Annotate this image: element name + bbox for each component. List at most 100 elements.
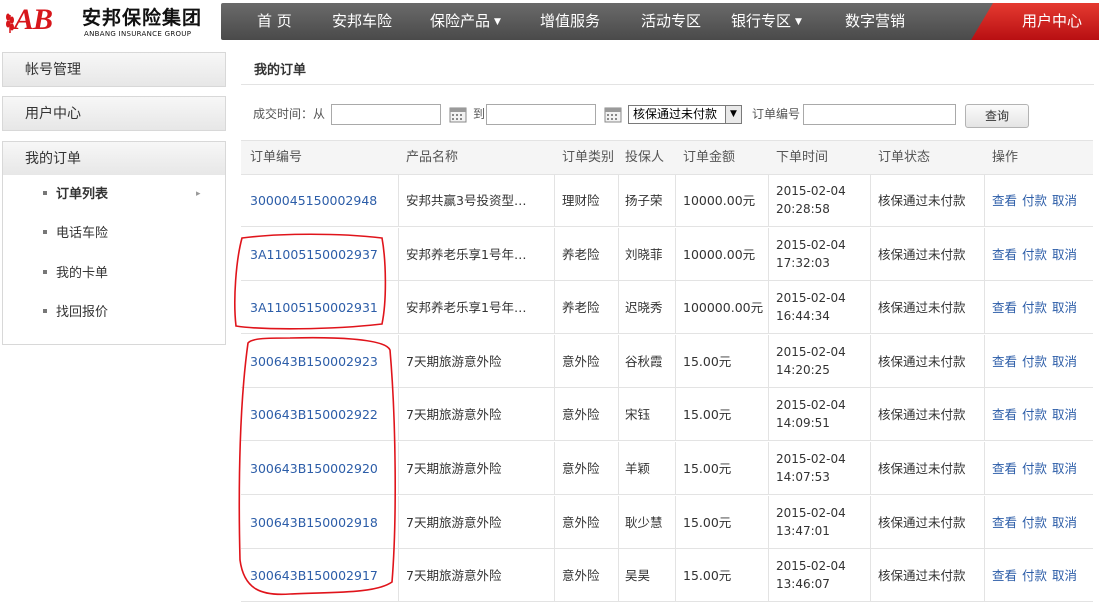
- actions-cell: 查看 付款 取消: [992, 281, 1082, 334]
- column-divider: [398, 174, 399, 227]
- order-time-cell: 2015-02-04 14:20:25: [776, 335, 846, 388]
- category-cell: 意外险: [562, 461, 600, 476]
- view-link[interactable]: 查看: [992, 461, 1017, 476]
- nav-item-auto-insurance[interactable]: 安邦车险: [332, 3, 392, 40]
- order-date: 2015-02-04: [776, 291, 846, 305]
- order-no-link[interactable]: 300643B150002920: [250, 442, 378, 495]
- nav-item-activities[interactable]: 活动专区: [641, 3, 701, 40]
- col-holder: 投保人: [625, 150, 665, 165]
- order-no-link[interactable]: 3A11005150002931: [250, 281, 378, 334]
- column-divider: [870, 281, 871, 334]
- category-cell: 理财险: [562, 193, 600, 208]
- order-no-link[interactable]: 3000045150002948: [250, 174, 377, 227]
- pay-link[interactable]: 付款: [1022, 515, 1047, 530]
- view-link[interactable]: 查看: [992, 193, 1017, 208]
- column-divider: [768, 549, 769, 602]
- holder-cell: 吴昊: [625, 568, 651, 583]
- nav-item-value-added[interactable]: 增值服务: [540, 3, 600, 40]
- end-date-input[interactable]: [486, 104, 596, 125]
- table-row: 300643B150002917 7天期旅游意外险 意外险 吴昊 15.00元 2015-…: [241, 549, 1093, 602]
- product-name-cell: 7天期旅游意外险: [406, 461, 502, 476]
- cancel-link[interactable]: 取消: [1052, 247, 1077, 262]
- order-no-link[interactable]: 3A11005150002937: [250, 228, 378, 281]
- bullet-icon: [43, 270, 47, 274]
- nav-item-insurance-products[interactable]: 保险产品 ▼: [430, 3, 501, 40]
- nav-user-center[interactable]: 用户中心: [971, 3, 1099, 40]
- calendar-icon[interactable]: [604, 105, 622, 123]
- nav-item-digital-marketing[interactable]: 数字营销: [845, 3, 905, 40]
- column-divider: [554, 388, 555, 441]
- view-link[interactable]: 查看: [992, 300, 1017, 315]
- column-divider: [675, 549, 676, 602]
- pay-link[interactable]: 付款: [1022, 407, 1047, 422]
- cancel-link[interactable]: 取消: [1052, 354, 1077, 369]
- column-divider: [984, 174, 985, 227]
- col-order-time: 下单时间: [776, 150, 829, 165]
- header: AB 安邦保险集团 ANBANG INSURANCE GROUP 首 页 安邦车…: [0, 0, 1118, 44]
- pay-link[interactable]: 付款: [1022, 300, 1047, 315]
- cancel-link[interactable]: 取消: [1052, 407, 1077, 422]
- order-no-input[interactable]: [803, 104, 956, 125]
- view-link[interactable]: 查看: [992, 354, 1017, 369]
- sidebar-section-user-center[interactable]: 用户中心: [2, 96, 226, 131]
- status-select[interactable]: 核保通过未付款 ▼: [628, 105, 742, 124]
- column-divider: [618, 549, 619, 602]
- pay-link[interactable]: 付款: [1022, 247, 1047, 262]
- column-divider: [870, 335, 871, 388]
- amount-cell: 10000.00元: [683, 193, 756, 208]
- order-clock-time: 13:46:07: [776, 577, 830, 591]
- order-no-link[interactable]: 300643B150002918: [250, 496, 378, 549]
- pay-link[interactable]: 付款: [1022, 193, 1047, 208]
- amount-cell: 15.00元: [683, 461, 732, 476]
- status-cell: 核保通过未付款: [878, 300, 966, 315]
- to-label: 到: [473, 107, 486, 121]
- amount-cell: 15.00元: [683, 568, 732, 583]
- column-divider: [675, 496, 676, 549]
- holder-cell: 刘晓菲: [625, 247, 663, 262]
- sidebar-section-my-orders[interactable]: 我的订单: [2, 141, 226, 176]
- cancel-link[interactable]: 取消: [1052, 461, 1077, 476]
- table-row: 300643B150002920 7天期旅游意外险 意外险 羊颖 15.00元 2015-…: [241, 442, 1093, 495]
- column-divider: [398, 442, 399, 495]
- status-cell: 核保通过未付款: [878, 568, 966, 583]
- anbang-logo[interactable]: AB 安邦保险集团 ANBANG INSURANCE GROUP: [4, 4, 214, 40]
- cancel-link[interactable]: 取消: [1052, 300, 1077, 315]
- nav-item-home[interactable]: 首 页: [257, 3, 292, 40]
- column-divider: [398, 281, 399, 334]
- col-status: 订单状态: [878, 150, 931, 165]
- pay-link[interactable]: 付款: [1022, 568, 1047, 583]
- caret-down-icon: ▼: [795, 17, 802, 27]
- col-order-no: 订单编号: [250, 150, 303, 165]
- order-no-link[interactable]: 300643B150002923: [250, 335, 378, 388]
- cancel-link[interactable]: 取消: [1052, 193, 1077, 208]
- order-no-link[interactable]: 300643B150002922: [250, 388, 378, 441]
- sidebar-item-retrieve-quote[interactable]: 找回报价: [43, 303, 108, 323]
- start-date-input[interactable]: [331, 104, 441, 125]
- column-divider: [870, 228, 871, 281]
- view-link[interactable]: 查看: [992, 515, 1017, 530]
- query-button[interactable]: 查询: [965, 104, 1029, 128]
- holder-cell: 谷秋霞: [625, 354, 663, 369]
- view-link[interactable]: 查看: [992, 247, 1017, 262]
- amount-cell: 100000.00元: [683, 300, 764, 315]
- cancel-link[interactable]: 取消: [1052, 515, 1077, 530]
- bullet-icon: [43, 230, 47, 234]
- calendar-icon[interactable]: [449, 105, 467, 123]
- sidebar-item-my-cards[interactable]: 我的卡单: [43, 264, 108, 284]
- pay-link[interactable]: 付款: [1022, 461, 1047, 476]
- sidebar-item-phone-auto[interactable]: 电话车险: [43, 224, 108, 244]
- category-cell: 养老险: [562, 300, 600, 315]
- view-link[interactable]: 查看: [992, 568, 1017, 583]
- sidebar-section-account[interactable]: 帐号管理: [2, 52, 226, 87]
- pay-link[interactable]: 付款: [1022, 354, 1047, 369]
- order-time-cell: 2015-02-04 20:28:58: [776, 174, 846, 227]
- sidebar-item-order-list[interactable]: 订单列表: [43, 185, 108, 205]
- caret-down-icon: ▼: [494, 17, 501, 27]
- order-clock-time: 16:44:34: [776, 309, 830, 323]
- order-no-link[interactable]: 300643B150002917: [250, 549, 378, 602]
- cancel-link[interactable]: 取消: [1052, 568, 1077, 583]
- nav-item-bank[interactable]: 银行专区 ▼: [731, 3, 802, 40]
- order-date: 2015-02-04: [776, 184, 846, 198]
- view-link[interactable]: 查看: [992, 407, 1017, 422]
- column-divider: [398, 335, 399, 388]
